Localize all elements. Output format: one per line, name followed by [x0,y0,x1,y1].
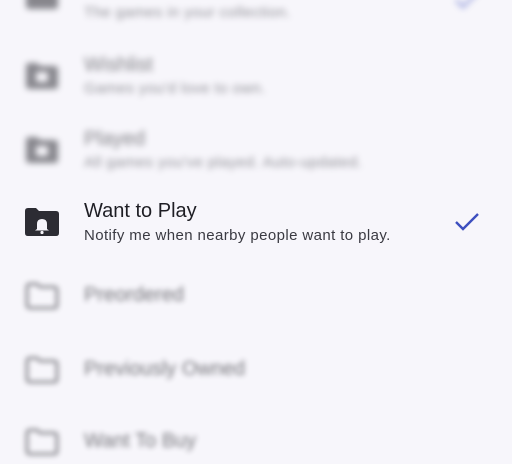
list-item-title: Played [84,128,146,150]
list-item-title: Preordered [84,284,185,306]
folder-game-icon [26,137,58,163]
list-item-title: Previously Owned [84,358,246,380]
folder-outline-icon [25,282,59,310]
list-item-title: Want To Buy [84,430,197,452]
list-item-title: Want to Play [84,200,197,222]
folder-bell-icon [25,208,59,236]
list-item-subtitle: The games in your collection. [84,4,291,21]
checkmark-icon [455,213,479,231]
list-item-want-to-play[interactable]: Want to Play Notify me when nearby peopl… [0,196,512,252]
list-item-previously-owned[interactable]: Previously Owned [0,352,512,392]
folder-outline-icon [25,428,59,456]
list-item-subtitle: Notify me when nearby people want to pla… [84,227,391,244]
list-item-played[interactable]: Played All games you've played. Auto-upd… [0,124,512,176]
checkmark-icon [455,0,472,9]
folder-game-icon [26,63,58,89]
list-item-subtitle: Games you'd love to own. [84,80,266,97]
folder-outline-icon [25,356,59,384]
list-item-wishlist[interactable]: Wishlist Games you'd love to own. [0,50,512,102]
list-item-want-to-buy[interactable]: Want To Buy [0,424,512,464]
folder-game-icon [26,0,58,9]
list-item-collection[interactable]: The games in your collection. [0,0,512,30]
list-item-preordered[interactable]: Preordered [0,278,512,318]
list-item-subtitle: All games you've played. Auto-updated. [84,154,363,171]
list-item-title: Wishlist [84,54,153,76]
